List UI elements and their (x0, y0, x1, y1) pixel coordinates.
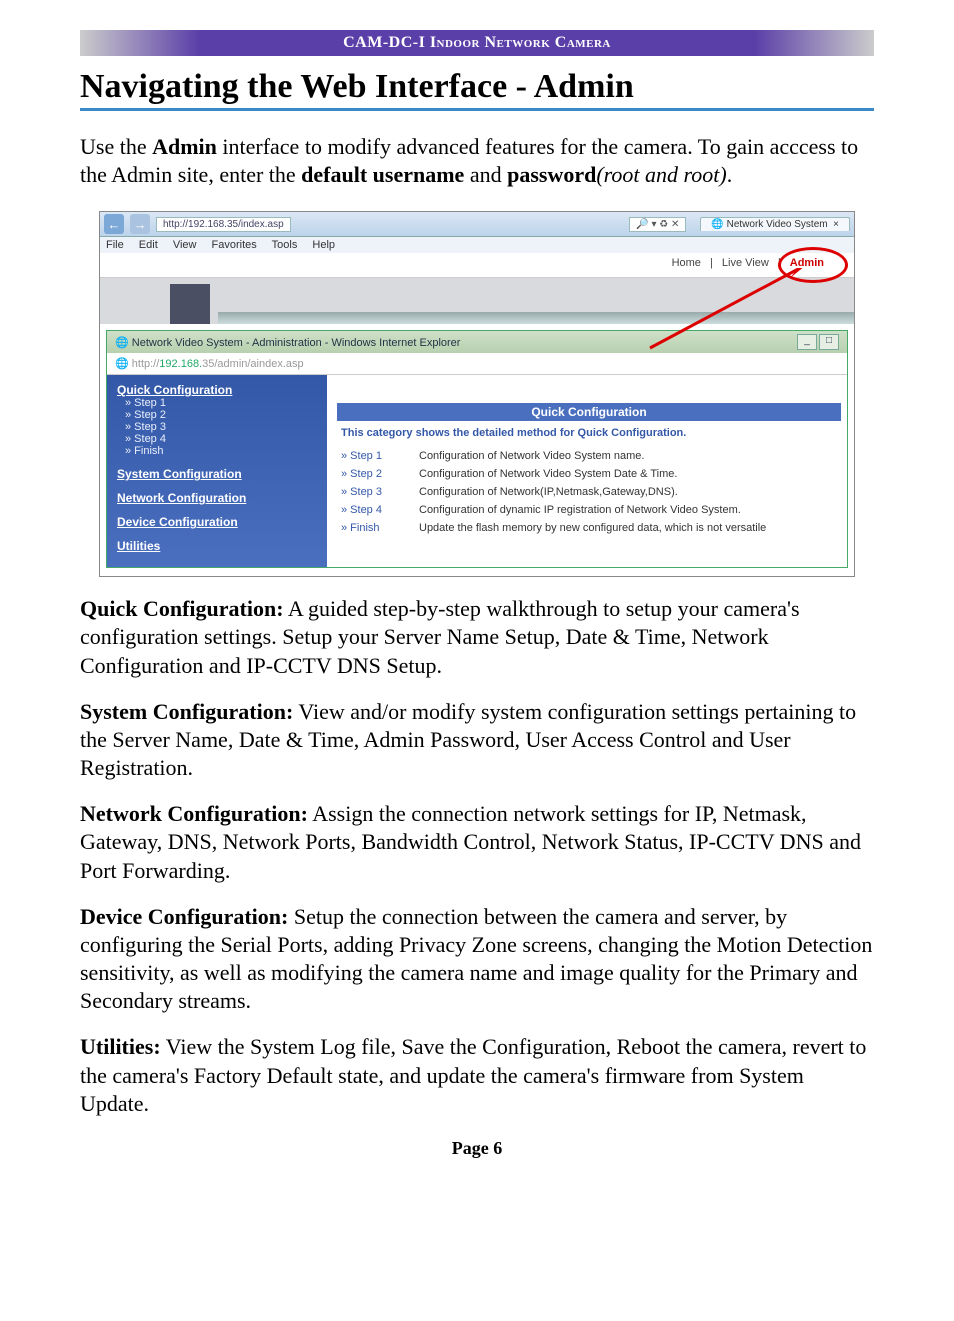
menubar: File Edit View Favorites Tools Help (100, 237, 854, 253)
sidebar-device-config[interactable]: Device Configuration (117, 515, 317, 529)
sidebar-quick-config[interactable]: Quick Configuration (117, 383, 317, 397)
cell-step[interactable]: » Step 2 (337, 465, 415, 483)
menu-favorites[interactable]: Favorites (212, 239, 257, 251)
sidebar-step3[interactable]: » Step 3 (125, 421, 317, 433)
section-quick: Quick Configuration: A guided step-by-st… (80, 595, 874, 679)
link-liveview[interactable]: Live View (722, 257, 769, 269)
cell-step[interactable]: » Step 1 (337, 447, 415, 465)
sidebar-step4[interactable]: » Step 4 (125, 433, 317, 445)
addr-path: 35/admin/aindex.asp (202, 358, 304, 370)
search-hint: 🔎 ▾ ♻ ✕ (636, 219, 679, 230)
header-band: CAM-DC-I Indoor Network Camera (80, 30, 874, 56)
table-row: » Step 2Configuration of Network Video S… (337, 465, 847, 483)
section-system: System Configuration: View and/or modify… (80, 698, 874, 782)
active-tab-shadow (170, 284, 210, 324)
text-utilities: View the System Log file, Save the Confi… (80, 1034, 866, 1115)
admin-highlight-oval (778, 247, 848, 283)
sidebar-system-config[interactable]: System Configuration (117, 467, 317, 481)
label-quick: Quick Configuration: (80, 596, 284, 621)
tab-row (100, 278, 854, 324)
address-text: http://192.168.35/index.asp (163, 219, 284, 230)
sidebar-finish[interactable]: » Finish (125, 445, 317, 457)
label-system: System Configuration: (80, 699, 293, 724)
table-row: » Step 1Configuration of Network Video S… (337, 447, 847, 465)
sidebar-step2[interactable]: » Step 2 (125, 409, 317, 421)
browser-topbar: ← → http://192.168.35/index.asp 🔎 ▾ ♻ ✕ … (100, 212, 854, 237)
menu-tools[interactable]: Tools (272, 239, 298, 251)
table-row: » Step 4Configuration of dynamic IP regi… (337, 501, 847, 519)
page-number: Page 6 (80, 1138, 874, 1159)
menu-file[interactable]: File (106, 239, 124, 251)
table-row: » Step 3Configuration of Network(IP,Netm… (337, 483, 847, 501)
link-home[interactable]: Home (672, 257, 701, 269)
forward-button[interactable]: → (130, 214, 150, 234)
menu-edit[interactable]: Edit (139, 239, 158, 251)
intro-admin: Admin (152, 134, 217, 159)
label-network: Network Configuration: (80, 801, 308, 826)
tab-track (218, 312, 854, 324)
admin-address-bar[interactable]: 🌐 http://192.168.35/admin/aindex.asp (107, 353, 847, 375)
page-title: Navigating the Web Interface - Admin (80, 68, 874, 111)
tab-label: Network Video System (727, 219, 828, 230)
intro-mid2: and (464, 162, 507, 187)
page-toolbar: Home | Live View | Admin (100, 253, 854, 278)
addr-host: 192.168. (159, 358, 202, 370)
search-controls[interactable]: 🔎 ▾ ♻ ✕ (629, 217, 686, 232)
admin-sidebar: Quick Configuration » Step 1 » Step 2 » … (107, 375, 327, 567)
sidebar-utilities[interactable]: Utilities (117, 539, 317, 553)
admin-window-title: Network Video System - Administration - … (132, 337, 461, 349)
cell-desc: Configuration of Network Video System Da… (415, 465, 847, 483)
cell-desc: Update the flash memory by new configure… (415, 519, 847, 537)
cell-desc: Configuration of Network(IP,Netmask,Gate… (415, 483, 847, 501)
maximize-button[interactable]: □ (819, 334, 839, 350)
browser-tab[interactable]: 🌐 Network Video System × (700, 217, 850, 231)
admin-window-titlebar: 🌐 Network Video System - Administration … (107, 331, 847, 353)
section-utilities: Utilities: View the System Log file, Sav… (80, 1033, 874, 1117)
window-controls: _□ (795, 334, 839, 350)
admin-body: Quick Configuration » Step 1 » Step 2 » … (107, 375, 847, 567)
intro-default-username: default username (301, 162, 464, 187)
label-utilities: Utilities: (80, 1034, 161, 1059)
tab-strip: 🌐 Network Video System × (700, 217, 850, 231)
address-bar[interactable]: http://192.168.35/index.asp (156, 217, 291, 232)
menu-help[interactable]: Help (312, 239, 335, 251)
cell-step[interactable]: » Step 3 (337, 483, 415, 501)
sidebar-step1[interactable]: » Step 1 (125, 397, 317, 409)
intro-paragraph: Use the Admin interface to modify advanc… (80, 133, 874, 189)
quick-config-table: » Step 1Configuration of Network Video S… (337, 447, 847, 537)
sidebar-network-config[interactable]: Network Configuration (117, 491, 317, 505)
menu-view[interactable]: View (173, 239, 197, 251)
label-device: Device Configuration: (80, 904, 288, 929)
cell-desc: Configuration of dynamic IP registration… (415, 501, 847, 519)
addr-scheme: http:// (132, 358, 160, 370)
header-text: CAM-DC-I Indoor Network Camera (343, 34, 611, 51)
cell-step[interactable]: » Finish (337, 519, 415, 537)
intro-root: (root and root) (596, 162, 726, 187)
section-network: Network Configuration: Assign the connec… (80, 800, 874, 884)
intro-end: . (727, 162, 733, 187)
cell-step[interactable]: » Step 4 (337, 501, 415, 519)
section-device: Device Configuration: Setup the connecti… (80, 903, 874, 1016)
browser-screenshot: ← → http://192.168.35/index.asp 🔎 ▾ ♻ ✕ … (99, 211, 855, 577)
back-button[interactable]: ← (104, 214, 124, 234)
intro-pre: Use the (80, 134, 152, 159)
cell-desc: Configuration of Network Video System na… (415, 447, 847, 465)
admin-content: Quick Configuration This category shows … (327, 375, 847, 567)
content-heading: Quick Configuration (337, 403, 841, 421)
admin-window: 🌐 Network Video System - Administration … (106, 330, 848, 568)
minimize-button[interactable]: _ (797, 334, 817, 350)
content-sub: This category shows the detailed method … (337, 425, 847, 447)
table-row: » FinishUpdate the flash memory by new c… (337, 519, 847, 537)
intro-password: password (507, 162, 596, 187)
